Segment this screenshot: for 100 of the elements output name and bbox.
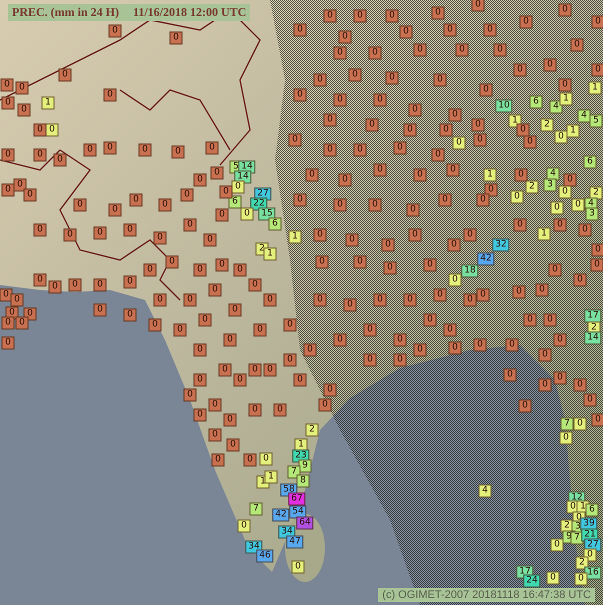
station-marker: 3 bbox=[586, 208, 598, 220]
station-marker: 0 bbox=[558, 4, 572, 16]
station-marker: 0 bbox=[218, 364, 232, 376]
station-marker: 0 bbox=[444, 24, 456, 36]
station-marker: 0 bbox=[24, 188, 36, 202]
station-marker: 0 bbox=[414, 344, 426, 356]
station-marker: 0 bbox=[316, 256, 328, 268]
station-marker: 0 bbox=[46, 124, 58, 136]
station-marker: 0 bbox=[194, 174, 206, 186]
station-marker: 0 bbox=[354, 144, 366, 156]
station-marker: 0 bbox=[550, 202, 564, 214]
station-marker: 0 bbox=[524, 314, 536, 326]
station-marker: 2 bbox=[526, 180, 538, 194]
station-marker: 0 bbox=[400, 26, 412, 38]
station-marker: 0 bbox=[294, 194, 306, 206]
station-marker: 0 bbox=[518, 400, 532, 412]
station-marker: 0 bbox=[172, 146, 184, 158]
station-marker: 0 bbox=[374, 294, 386, 306]
station-marker: 0 bbox=[404, 124, 416, 136]
station-marker: 0 bbox=[324, 114, 336, 126]
station-marker: 0 bbox=[424, 258, 436, 272]
station-marker: 0 bbox=[448, 342, 462, 354]
station-marker: 0 bbox=[446, 164, 460, 176]
station-marker: 0 bbox=[538, 378, 552, 392]
station-marker: 0 bbox=[346, 234, 358, 246]
station-marker: 0 bbox=[210, 166, 224, 180]
station-marker: 0 bbox=[484, 24, 496, 36]
station-marker: 0 bbox=[74, 198, 86, 212]
station-marker: 0 bbox=[448, 238, 460, 252]
station-marker: 0 bbox=[294, 88, 306, 102]
station-marker: 0 bbox=[208, 398, 222, 412]
station-marker: 0 bbox=[592, 244, 603, 256]
station-marker: 0 bbox=[514, 168, 528, 182]
station-marker: 0 bbox=[240, 208, 254, 220]
station-marker: 32 bbox=[492, 238, 510, 252]
station-marker: 0 bbox=[184, 294, 196, 306]
station-marker: 0 bbox=[130, 194, 142, 206]
station-marker: 0 bbox=[424, 314, 436, 326]
station-marker: 0 bbox=[338, 174, 352, 186]
station-marker: 0 bbox=[148, 318, 162, 332]
station-marker: 0 bbox=[550, 538, 564, 552]
station-marker: 0 bbox=[288, 134, 302, 146]
station-marker: 2 bbox=[540, 118, 554, 132]
station-marker: 0 bbox=[338, 30, 352, 44]
station-marker: 0 bbox=[334, 94, 346, 106]
station-marker: 0 bbox=[108, 24, 122, 38]
station-marker: 0 bbox=[248, 404, 262, 416]
station-marker: 1 bbox=[42, 96, 54, 110]
station-marker: 0 bbox=[590, 258, 603, 272]
station-marker: 0 bbox=[564, 174, 576, 186]
station-marker: 0 bbox=[558, 78, 572, 92]
station-marker: 0 bbox=[510, 190, 524, 204]
station-marker: 1 bbox=[288, 230, 302, 244]
station-marker: 0 bbox=[124, 276, 136, 288]
station-marker: 0 bbox=[570, 38, 584, 52]
station-marker: 0 bbox=[254, 324, 266, 336]
station-marker: 0 bbox=[456, 44, 468, 56]
station-marker: 0 bbox=[544, 314, 556, 326]
station-marker: 0 bbox=[364, 354, 376, 366]
station-marker: 0 bbox=[354, 256, 366, 268]
station-marker: 0 bbox=[184, 388, 196, 402]
station-marker: 0 bbox=[144, 264, 156, 276]
station-marker: 0 bbox=[2, 336, 14, 350]
station-marker: 0 bbox=[384, 262, 396, 274]
station-marker: 0 bbox=[438, 194, 452, 206]
station-marker: 0 bbox=[204, 234, 216, 246]
station-marker: 0 bbox=[558, 186, 572, 198]
station-marker: 4 bbox=[550, 100, 562, 114]
station-marker: 4 bbox=[478, 484, 492, 498]
station-marker: 64 bbox=[296, 516, 314, 530]
station-marker: 0 bbox=[54, 154, 66, 166]
station-marker: 0 bbox=[94, 226, 106, 240]
station-marker: 7 bbox=[560, 418, 574, 430]
station-marker: 46 bbox=[256, 550, 274, 562]
station-marker: 0 bbox=[108, 204, 122, 216]
station-marker: 0 bbox=[414, 44, 426, 56]
station-marker: 0 bbox=[224, 334, 236, 346]
station-marker: 0 bbox=[494, 44, 506, 56]
station-marker: 0 bbox=[16, 82, 28, 94]
station-marker: 10 bbox=[495, 100, 513, 112]
station-marker: 0 bbox=[212, 454, 224, 466]
station-marker: 6 bbox=[530, 96, 542, 108]
station-marker: 0 bbox=[484, 184, 498, 196]
station-marker: 0 bbox=[170, 32, 182, 44]
station-marker: 0 bbox=[406, 204, 420, 216]
station-marker: 0 bbox=[554, 130, 568, 144]
station-marker: 5 bbox=[590, 114, 602, 128]
station-marker: 0 bbox=[158, 198, 172, 212]
station-marker: 0 bbox=[368, 198, 382, 212]
station-marker: 0 bbox=[0, 78, 14, 92]
station-marker: 0 bbox=[314, 294, 326, 306]
station-marker: 0 bbox=[248, 364, 262, 376]
station-marker: 0 bbox=[2, 148, 14, 162]
station-marker: 42 bbox=[477, 252, 495, 266]
station-marker: 0 bbox=[208, 428, 222, 442]
station-marker: 0 bbox=[448, 274, 462, 286]
station-marker: 0 bbox=[408, 104, 422, 116]
station-marker: 0 bbox=[432, 148, 444, 162]
station-marker: 0 bbox=[68, 278, 82, 292]
station-marker: 2 bbox=[306, 424, 318, 436]
